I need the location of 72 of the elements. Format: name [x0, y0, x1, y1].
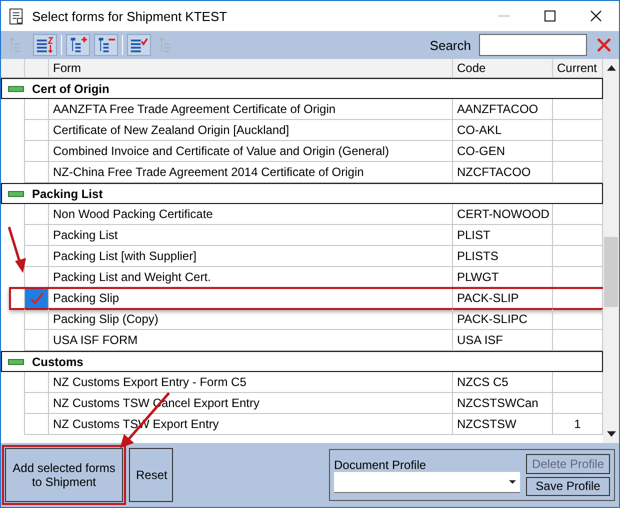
table-cell: Packing List and Weight Cert.: [49, 267, 453, 288]
group-header: Cert of Origin: [32, 82, 110, 96]
scroll-down-icon[interactable]: [606, 431, 616, 437]
close-icon[interactable]: [590, 10, 602, 22]
profile-label: Document Profile: [334, 458, 428, 472]
scrollbar[interactable]: [603, 59, 619, 443]
table-cell: PLWGT: [453, 267, 553, 288]
row-checkbox[interactable]: [25, 225, 49, 246]
table-cell: USA ISF: [453, 330, 553, 351]
search-label: Search: [430, 38, 471, 52]
table-cell: Certificate of New Zealand Origin [Auckland]: [49, 120, 453, 141]
column-header[interactable]: Form: [49, 59, 453, 77]
table-cell: PACK-SLIPC: [453, 309, 553, 330]
table-cell: PLISTS: [453, 246, 553, 267]
row-checkbox[interactable]: [25, 330, 49, 351]
table-cell: NZCSTSWCan: [453, 393, 553, 414]
table-cell: CO-GEN: [453, 141, 553, 162]
column-header[interactable]: Code: [453, 59, 553, 77]
table-cell: NZCFTACOO: [453, 162, 553, 183]
table-cell: USA ISF FORM: [49, 330, 453, 351]
table-cell: PLIST: [453, 225, 553, 246]
row-checkbox[interactable]: [25, 393, 49, 414]
sort-icon: [36, 36, 54, 54]
row-checkbox[interactable]: [25, 288, 49, 309]
group-header: Packing List: [32, 186, 103, 200]
scroll-up-icon[interactable]: [606, 65, 616, 71]
scroll-thumb[interactable]: [604, 237, 618, 307]
table-cell: PACK-SLIP: [453, 288, 553, 309]
row-checkbox[interactable]: [25, 372, 49, 393]
collapse-icon[interactable]: [8, 190, 24, 196]
table-cell: Packing Slip: [49, 288, 453, 309]
table-cell: NZCS C5: [453, 372, 553, 393]
table-cell: Non Wood Packing Certificate: [49, 204, 453, 225]
tree-icon: [97, 36, 115, 54]
checklist-icon: [130, 36, 148, 54]
table-cell: Packing List [with Supplier]: [49, 246, 453, 267]
profile-dropdown[interactable]: [334, 472, 520, 492]
add-forms-button[interactable]: Add selected forms to Shipment: [5, 448, 123, 502]
table-cell: AANZFTACOO: [453, 99, 553, 120]
arrow: [8, 226, 26, 273]
table-cell: Packing List: [49, 225, 453, 246]
table-cell: Packing Slip (Copy): [49, 309, 453, 330]
save-profile-button[interactable]: Save Profile: [526, 476, 610, 496]
collapse-tool-button[interactable]: [94, 34, 118, 56]
row-checkbox[interactable]: [25, 141, 49, 162]
dropdown-arrow-icon[interactable]: [509, 480, 516, 484]
table-cell: NZ-China Free Trade Agreement 2014 Certificate of Origin: [49, 162, 453, 183]
check-tool-button[interactable]: [127, 34, 151, 56]
group-header: Customs: [32, 354, 84, 368]
maximize-icon[interactable]: [544, 10, 556, 22]
clear-search-icon[interactable]: [597, 38, 611, 52]
table-cell: CO-AKL: [453, 120, 553, 141]
collapse-icon[interactable]: [8, 86, 24, 92]
table-cell: Combined Invoice and Certificate of Value and Origin (General): [49, 141, 453, 162]
row-checkbox[interactable]: [25, 162, 49, 183]
document-icon: [9, 8, 24, 24]
window-title: Select forms for Shipment KTEST: [32, 8, 228, 24]
row-checkbox[interactable]: [25, 309, 49, 330]
expand-tool-button[interactable]: [66, 34, 90, 56]
row-checkbox[interactable]: [25, 414, 49, 435]
tree-icon: [69, 36, 87, 54]
table-cell: NZCSTSW: [453, 414, 553, 435]
table-cell: NZ Customs Export Entry - Form C5: [49, 372, 453, 393]
search-field[interactable]: [479, 34, 587, 56]
table-cell: CERT-NOWOOD: [453, 204, 553, 225]
collapse-icon[interactable]: [8, 358, 24, 364]
row-checkbox[interactable]: [25, 120, 49, 141]
row-checkbox[interactable]: [25, 204, 49, 225]
sort-tool-button[interactable]: [33, 34, 57, 56]
row-checkbox[interactable]: [25, 99, 49, 120]
reset-button[interactable]: Reset: [129, 448, 173, 502]
table-cell: AANZFTA Free Trade Agreement Certificate of Origin: [49, 99, 453, 120]
